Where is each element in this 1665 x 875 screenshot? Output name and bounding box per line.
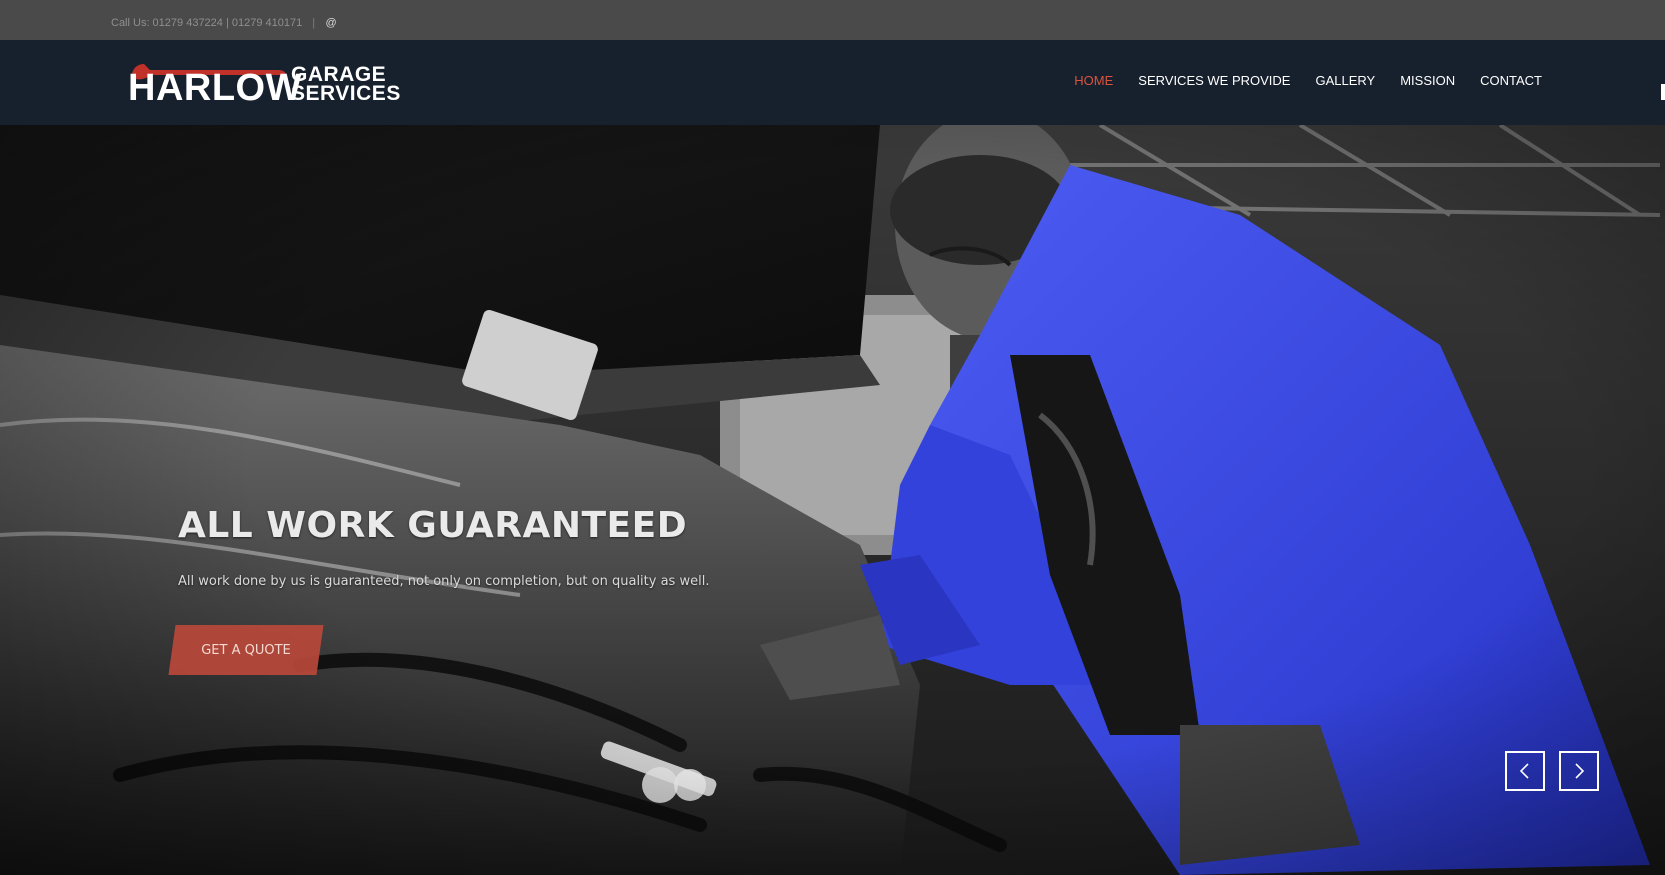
nav-mission[interactable]: MISSION bbox=[1400, 73, 1455, 88]
main-navbar: HARLOW GARAGE SERVICES HOME SERVICES WE … bbox=[0, 40, 1665, 156]
contact-info: Call Us: 01279 437224 | 01279 410171 | @ bbox=[111, 17, 337, 29]
hero-caption: ALL WORK GUARANTEED All work done by us … bbox=[178, 505, 878, 658]
top-bar: Call Us: 01279 437224 | 01279 410171 | @ bbox=[0, 0, 1665, 40]
chevron-left-icon bbox=[1519, 763, 1529, 779]
chevron-right-icon bbox=[1575, 763, 1585, 779]
logo-services-text: SERVICES bbox=[291, 82, 401, 105]
hero-slider: ALL WORK GUARANTEED All work done by us … bbox=[0, 125, 1665, 875]
nav-gallery[interactable]: GALLERY bbox=[1315, 73, 1375, 88]
hero-title: ALL WORK GUARANTEED bbox=[178, 505, 688, 546]
slider-prev-button[interactable] bbox=[1505, 751, 1545, 791]
hero-background-image bbox=[0, 125, 1665, 875]
at-sign-icon[interactable]: @ bbox=[325, 17, 337, 29]
nav-contact[interactable]: CONTACT bbox=[1480, 73, 1542, 88]
separator: | bbox=[312, 17, 316, 29]
site-logo[interactable]: HARLOW GARAGE SERVICES bbox=[128, 60, 401, 110]
hero-subtitle: All work done by us is guaranteed, not o… bbox=[178, 574, 710, 589]
contact-phone-text: Call Us: 01279 437224 | 01279 410171 bbox=[111, 17, 303, 29]
get-a-quote-label: GET A QUOTE bbox=[201, 642, 291, 658]
nav-home[interactable]: HOME bbox=[1074, 73, 1113, 88]
slider-next-button[interactable] bbox=[1559, 751, 1599, 791]
nav-services[interactable]: SERVICES WE PROVIDE bbox=[1138, 73, 1290, 88]
main-menu: HOME SERVICES WE PROVIDE GALLERY MISSION… bbox=[1074, 73, 1542, 88]
logo-harlow-text: HARLOW bbox=[128, 67, 302, 109]
get-a-quote-button[interactable]: GET A QUOTE bbox=[172, 625, 320, 675]
